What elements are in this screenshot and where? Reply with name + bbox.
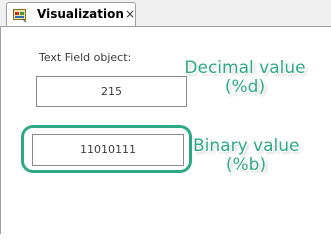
tab-title: Visualization	[37, 7, 124, 21]
decimal-value-callout: Decimal value (%d)	[183, 59, 307, 97]
binary-callout-line1: Binary value	[193, 136, 300, 156]
binary-text-field[interactable]: 11010111	[32, 134, 184, 166]
binary-callout-line2: (%b)	[225, 155, 267, 175]
tab-strip: Visualization ×	[0, 0, 331, 27]
visualization-canvas: Text Field object: 215 11010111 Decimal …	[0, 27, 331, 234]
decimal-callout-line1: Decimal value	[184, 58, 306, 78]
tab-visualization[interactable]: Visualization ×	[6, 2, 136, 26]
decimal-callout-line2: (%d)	[224, 77, 266, 97]
visualization-icon	[12, 7, 28, 23]
decimal-text-field[interactable]: 215	[36, 76, 187, 107]
close-icon[interactable]: ×	[125, 6, 135, 22]
binary-value-callout: Binary value (%b)	[193, 137, 299, 175]
text-field-heading: Text Field object:	[39, 51, 132, 64]
